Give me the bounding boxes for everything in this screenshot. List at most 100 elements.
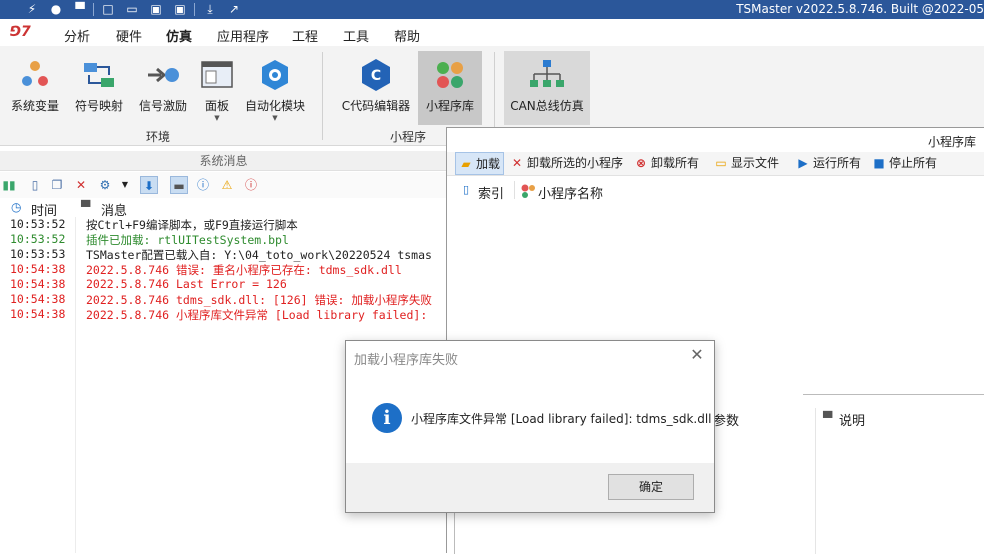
log-row[interactable]: 10:53:52 按Ctrl+F9编译脚本，或F9直接运行脚本 xyxy=(0,217,447,232)
run-all-label: 运行所有 xyxy=(813,156,862,170)
col-index[interactable]: 索引 xyxy=(478,183,504,202)
description-icon: ▀ xyxy=(823,411,833,425)
log-row[interactable]: 10:54:38 2022.5.8.746 小程序库文件异常 [Load libr… xyxy=(0,307,447,322)
automation-module-button[interactable]: 自动化模块 ▼ xyxy=(242,51,308,123)
symbol-mapping-label: 符号映射 xyxy=(74,99,123,113)
c-code-editor-icon: C xyxy=(358,57,394,93)
log-row[interactable]: 10:53:53 TSMaster配置已载入自: Y:\04_toto_work\… xyxy=(0,247,447,262)
automation-module-caret-icon: ▼ xyxy=(272,114,278,122)
can-bus-simulation-label: CAN总线仿真 xyxy=(510,99,584,113)
app-logo-icon[interactable]: ⅁7 xyxy=(10,24,31,40)
show-file-label: 显示文件 xyxy=(731,156,780,170)
tab-applications[interactable]: 应用程序 xyxy=(217,26,269,45)
applet-library-icon xyxy=(432,57,468,93)
panel-caret-icon: ▼ xyxy=(214,114,220,122)
unload-selected-button[interactable]: ✕ 卸载所选的小程序 xyxy=(510,152,623,175)
pause-icon[interactable]: ▮▮ xyxy=(0,176,18,194)
log-time: 10:54:38 xyxy=(10,262,66,276)
log-row[interactable]: 10:54:38 2022.5.8.746 Last Error = 126 xyxy=(0,277,447,292)
unload-all-label: 卸载所有 xyxy=(651,156,700,170)
unload-selected-label: 卸载所选的小程序 xyxy=(527,156,624,170)
panel-label: 面板 xyxy=(204,99,229,113)
stop-icon: ■ xyxy=(873,156,885,170)
col-params[interactable]: 参数 xyxy=(713,410,739,429)
system-messages-header: 系统消息 xyxy=(0,151,447,171)
scroll-down-icon[interactable]: ⬇ xyxy=(140,176,158,194)
info-icon: i xyxy=(372,403,402,433)
log-message: 2022.5.8.746 tdms_sdk.dll: [126] 错误: 加载小… xyxy=(86,293,432,307)
ribbon-group-applet: 小程序 xyxy=(390,130,427,144)
dialog-title: 加载小程序库失败 xyxy=(354,353,459,368)
run-all-button[interactable]: ▶ 运行所有 xyxy=(796,152,861,175)
dialog-message: 小程序库文件异常 [Load library failed]: tdms_sdk… xyxy=(411,412,712,426)
new-document-icon[interactable]: ▯ xyxy=(26,176,44,194)
ribbon-group-environment: 环境 xyxy=(146,130,171,144)
applet-library-button[interactable]: 小程序库 xyxy=(418,51,482,125)
stop-all-button[interactable]: ■ 停止所有 xyxy=(872,152,937,175)
system-variables-button[interactable]: 系统变量 xyxy=(6,51,64,123)
applet-grid-header: ▯ 索引 小程序名称 xyxy=(447,180,984,202)
applet-name-icon xyxy=(521,184,535,201)
applet-library-label: 小程序库 xyxy=(425,99,474,113)
settings-gear-icon[interactable]: ⚙ xyxy=(96,176,114,194)
system-variables-icon xyxy=(17,57,53,93)
message-icon: ▀ xyxy=(81,200,91,214)
splitter[interactable] xyxy=(803,394,984,404)
download-icon[interactable]: ⤓ xyxy=(202,1,218,17)
log-list: 10:53:52 按Ctrl+F9编译脚本，或F9直接运行脚本 10:53:52 插件… xyxy=(0,217,447,322)
system-variables-label: 系统变量 xyxy=(10,99,59,113)
open-folder-icon[interactable]: ▭ xyxy=(124,1,140,17)
folder-icon: ▭ xyxy=(715,156,727,170)
unload-all-button[interactable]: ⊗ 卸载所有 xyxy=(634,152,699,175)
index-icon: ▯ xyxy=(463,183,470,196)
col-description[interactable]: 说明 xyxy=(839,410,865,429)
tab-analysis[interactable]: 分析 xyxy=(64,26,90,45)
log-time: 10:54:38 xyxy=(10,277,66,291)
tab-tools[interactable]: 工具 xyxy=(343,26,369,45)
save-as-icon[interactable]: ▣ xyxy=(172,1,188,17)
tab-hardware[interactable]: 硬件 xyxy=(116,26,142,45)
log-message: 插件已加载: rtlUITestSystem.bpl xyxy=(86,233,289,247)
clear-icon[interactable]: ✕ xyxy=(72,176,90,194)
log-row[interactable]: 10:54:38 2022.5.8.746 tdms_sdk.dll: [126]… xyxy=(0,292,447,307)
warning-filter-icon[interactable]: ⚠ xyxy=(218,176,236,194)
close-icon: ✕ xyxy=(511,156,523,170)
export-icon[interactable]: ↗ xyxy=(226,1,242,17)
message-filter-icon[interactable]: ▬ xyxy=(170,176,188,194)
applet-library-toolbar: ▰ 加载 ✕ 卸载所选的小程序 ⊗ 卸载所有 ▭ 显示文件 ▶ 运行所有 ■ 停止所有 xyxy=(447,152,984,176)
log-message: 按Ctrl+F9编译脚本，或F9直接运行脚本 xyxy=(86,218,298,232)
log-row[interactable]: 10:54:38 2022.5.8.746 错误: 重名小程序已存在: tdms_… xyxy=(0,262,447,277)
circle-icon[interactable]: ● xyxy=(48,1,64,17)
save-icon[interactable]: ▣ xyxy=(148,1,164,17)
panel-button[interactable]: 面板 ▼ xyxy=(198,51,236,123)
panel-icon xyxy=(199,57,235,93)
chat-icon[interactable]: ▀ xyxy=(72,1,88,17)
log-row[interactable]: 10:53:52 插件已加载: rtlUITestSystem.bpl xyxy=(0,232,447,247)
open-folder-icon: ▰ xyxy=(461,157,471,171)
automation-module-label: 自动化模块 xyxy=(244,99,305,113)
signal-stimulus-button[interactable]: 信号激励 xyxy=(134,51,192,123)
show-file-button[interactable]: ▭ 显示文件 xyxy=(714,152,779,175)
col-applet-name[interactable]: 小程序名称 xyxy=(538,183,603,202)
error-filter-icon[interactable]: ⓘ xyxy=(242,176,260,194)
c-code-editor-label: C代码编辑器 xyxy=(341,99,411,113)
tab-help[interactable]: 帮助 xyxy=(394,26,420,45)
c-code-editor-button[interactable]: C C代码编辑器 xyxy=(340,51,412,123)
can-bus-simulation-button[interactable]: CAN总线仿真 xyxy=(504,51,590,125)
symbol-mapping-button[interactable]: 符号映射 xyxy=(70,51,128,123)
tab-simulation[interactable]: 仿真 xyxy=(166,26,193,49)
stop-all-label: 停止所有 xyxy=(889,156,938,170)
automation-module-icon xyxy=(257,57,293,93)
new-file-icon[interactable]: □ xyxy=(100,1,116,17)
info-filter-icon[interactable]: ⓘ xyxy=(194,176,212,194)
play-icon: ▶ xyxy=(798,156,808,170)
copy-icon[interactable]: ❐ xyxy=(48,176,66,194)
applet-library-title: 小程序库 xyxy=(927,135,976,149)
close-icon[interactable]: ✕ xyxy=(688,346,706,364)
lightning-icon[interactable]: ⚡ xyxy=(24,1,40,17)
ok-button[interactable]: 确定 xyxy=(608,474,694,500)
tab-project[interactable]: 工程 xyxy=(292,26,318,45)
symbol-mapping-icon xyxy=(81,57,117,93)
settings-dropdown-icon[interactable]: ▼ xyxy=(116,176,134,194)
load-button[interactable]: ▰ 加载 xyxy=(455,152,505,175)
